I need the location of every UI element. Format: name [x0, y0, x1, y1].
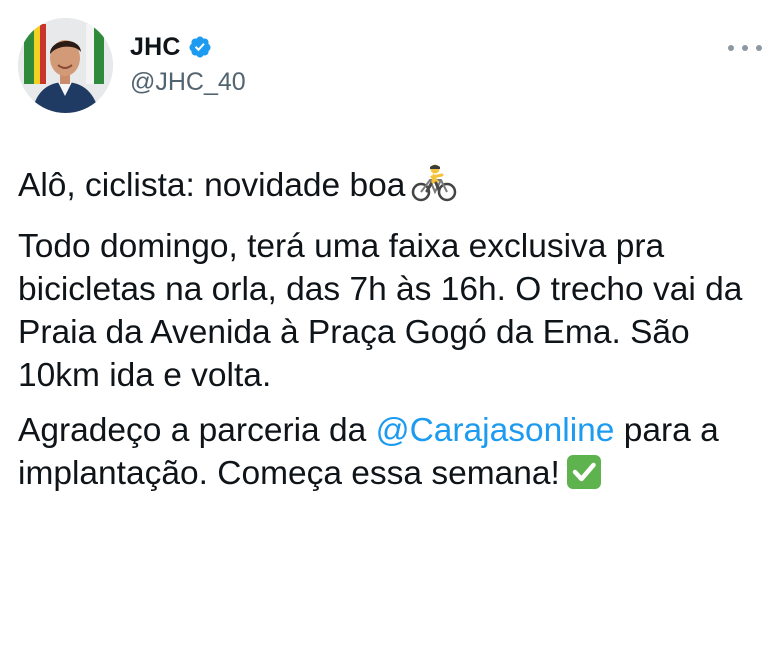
tweet-text: Alô, ciclista: novidade boa Todo domingo…: [18, 164, 753, 501]
author-info: JHC @JHC_40: [130, 30, 246, 97]
author-display-name[interactable]: JHC: [130, 33, 181, 62]
more-dot: [742, 45, 748, 51]
verified-badge-icon: [188, 35, 212, 59]
check-mark-button-emoji: [566, 454, 602, 501]
more-dot: [756, 45, 762, 51]
more-options-icon[interactable]: [728, 40, 762, 56]
avatar-image: [18, 18, 113, 113]
avatar[interactable]: [18, 18, 113, 113]
tweet-paragraph-2: Todo domingo, terá uma faixa exclusiva p…: [18, 228, 743, 394]
tweet-card: JHC @JHC_40 Alô, ciclista: novidade boa: [0, 0, 780, 657]
mention-link[interactable]: @Carajasonline: [376, 412, 615, 449]
tweet-line-1-text: Alô, ciclista: novidade boa: [18, 167, 406, 204]
bicyclist-emoji: [411, 164, 457, 213]
more-dot: [728, 45, 734, 51]
tweet-para3-before: Agradeço a parceria da: [18, 412, 376, 449]
author-handle[interactable]: @JHC_40: [130, 68, 246, 97]
author-name-row: JHC: [130, 30, 246, 64]
tweet-paragraph-3: Agradeço a parceria da @Carajasonline pa…: [18, 409, 753, 501]
tweet-paragraph-1: Alô, ciclista: novidade boa: [18, 164, 753, 213]
